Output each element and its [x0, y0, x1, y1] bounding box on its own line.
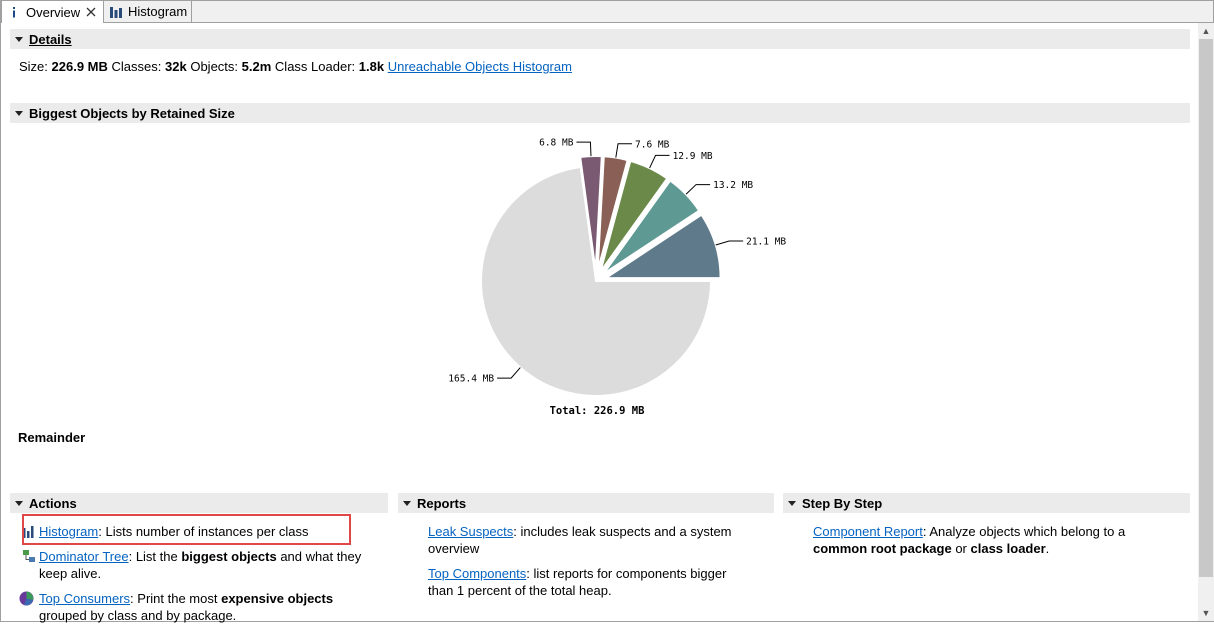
dominator-tree-link[interactable]: Dominator Tree: [39, 549, 129, 564]
collapse-triangle-icon[interactable]: [15, 110, 23, 116]
biggest-objects-heading: Biggest Objects by Retained Size: [29, 105, 235, 121]
objects-value: 5.2m: [241, 59, 272, 74]
top-consumers-emphasis: expensive objects: [221, 591, 334, 606]
action-dominator-tree: Dominator Tree: List the biggest objects…: [23, 548, 383, 582]
classloader-label: Class Loader:: [274, 59, 356, 74]
reports-heading: Reports: [417, 495, 467, 511]
dominator-tree-description: : List the: [128, 549, 182, 564]
details-heading: Details: [29, 31, 72, 47]
details-summary: Size: 226.9 MB Classes: 32k Objects: 5.2…: [19, 59, 572, 74]
leak-suspects-description-line2: overview: [428, 541, 480, 556]
pie-leader-line: [497, 367, 521, 379]
pie-slice-label: 12.9 MB: [673, 151, 713, 162]
classes-value: 32k: [165, 59, 187, 74]
top-consumers-description: : Print the most: [130, 591, 222, 606]
pie-slice-label: 7.6 MB: [635, 139, 670, 150]
scroll-up-arrow-icon[interactable]: ▲: [1198, 23, 1214, 39]
pie-slice-label: 165.4 MB: [448, 374, 494, 385]
top-consumers-description-line2: grouped by class and by package.: [39, 608, 237, 623]
info-icon: [8, 5, 20, 19]
pie-slice-label: 21.1 MB: [746, 236, 786, 247]
step-component-report: Component Report: Analyze objects which …: [813, 523, 1183, 557]
tab-histogram-label: Histogram: [128, 4, 188, 19]
action-top-consumers: Top Consumers: Print the most expensive …: [19, 590, 383, 624]
collapse-triangle-icon[interactable]: [15, 500, 23, 506]
top-components-description: : list reports for components bigger: [526, 566, 727, 581]
component-report-emphasis-2: class loader: [970, 541, 1046, 556]
reports-section-header[interactable]: Reports: [398, 493, 774, 513]
tab-histogram[interactable]: Histogram: [104, 1, 192, 22]
actions-heading: Actions: [29, 495, 77, 511]
top-components-link[interactable]: Top Components: [428, 566, 526, 581]
top-consumers-icon: [19, 591, 34, 606]
dominator-tree-description-line2: keep alive.: [39, 566, 102, 581]
histogram-icon: [110, 5, 122, 19]
size-label: Size:: [19, 59, 48, 74]
report-top-components: Top Components: list reports for compone…: [428, 565, 768, 599]
editor-tab-bar: Overview Histogram: [1, 1, 1213, 23]
retained-size-pie-chart[interactable]: 21.1 MB 13.2 MB 12.9 MB7.6 MB 6.8 MB 165.4 M…: [401, 126, 841, 426]
dominator-tree-emphasis: biggest objects: [181, 549, 277, 564]
remainder-label: Remainder: [18, 430, 86, 445]
pie-leader-line: [715, 240, 744, 246]
tab-overview[interactable]: Overview: [1, 1, 104, 23]
step-by-step-heading: Step By Step: [802, 495, 883, 511]
pie-leader-line: [615, 143, 633, 158]
highlight-box: [22, 514, 351, 545]
close-icon[interactable]: [86, 4, 96, 20]
dominator-tree-description-cont: and what they: [276, 549, 362, 564]
collapse-triangle-icon[interactable]: [15, 36, 23, 42]
unreachable-objects-histogram-link[interactable]: Unreachable Objects Histogram: [388, 59, 572, 74]
pie-total-label: Total: 226.9 MB: [550, 405, 645, 417]
vertical-scrollbar[interactable]: ▲ ▼: [1198, 23, 1214, 621]
component-report-emphasis-1: common root package: [813, 541, 952, 556]
top-consumers-link[interactable]: Top Consumers: [39, 591, 130, 606]
report-leak-suspects: Leak Suspects: includes leak suspects an…: [428, 523, 768, 557]
component-report-description: : Analyze objects which belong to a: [922, 524, 1126, 539]
pie-leader-line: [649, 154, 670, 169]
dominator-tree-icon: [23, 550, 36, 563]
pie-leader-line: [685, 184, 711, 195]
scrollbar-thumb[interactable]: [1199, 39, 1213, 577]
pie-slice-label: 6.8 MB: [539, 138, 574, 149]
details-section-header[interactable]: Details: [10, 29, 1190, 49]
tab-overview-label: Overview: [26, 4, 81, 20]
step-by-step-section-header[interactable]: Step By Step: [783, 493, 1190, 513]
classes-label: Classes:: [111, 59, 162, 74]
component-report-link[interactable]: Component Report: [813, 524, 923, 539]
leak-suspects-link[interactable]: Leak Suspects: [428, 524, 513, 539]
objects-label: Objects:: [190, 59, 239, 74]
top-components-description-line2: than 1 percent of the total heap.: [428, 583, 612, 598]
pie-slice-label: 13.2 MB: [713, 180, 753, 191]
editor-frame: Overview Histogram Details Size: 226.9 M…: [0, 0, 1214, 624]
component-report-or: or: [951, 541, 971, 556]
leak-suspects-description: : includes leak suspects and a system: [513, 524, 732, 539]
collapse-triangle-icon[interactable]: [403, 500, 411, 506]
component-report-period: .: [1045, 541, 1050, 556]
size-value: 226.9 MB: [51, 59, 108, 74]
pie-leader-line: [576, 141, 592, 157]
biggest-objects-section-header[interactable]: Biggest Objects by Retained Size: [10, 103, 1190, 123]
actions-section-header[interactable]: Actions: [10, 493, 388, 513]
scroll-down-arrow-icon[interactable]: ▼: [1198, 605, 1214, 621]
classloader-value: 1.8k: [358, 59, 385, 74]
collapse-triangle-icon[interactable]: [788, 500, 796, 506]
